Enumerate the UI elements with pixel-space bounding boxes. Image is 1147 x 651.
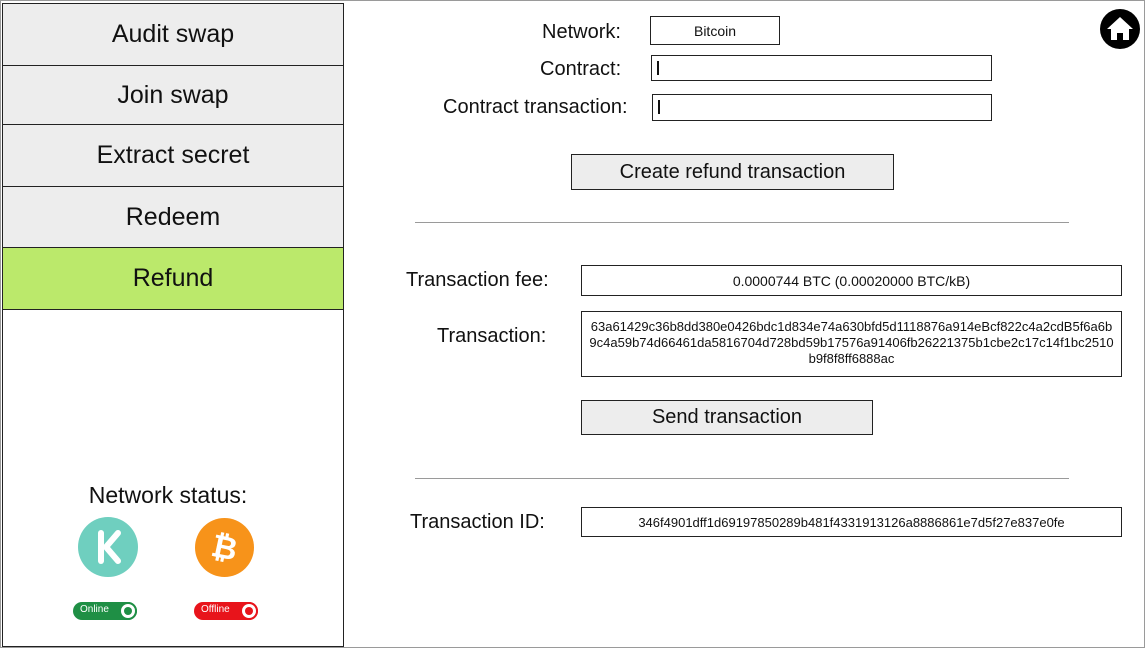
kaspa-status-toggle[interactable]: Online [73,602,137,620]
transaction-id-value: 346f4901dff1d69197850289b481f4331913126a… [638,514,1065,530]
contract-input[interactable] [651,55,992,81]
send-transaction-label: Send transaction [651,406,803,428]
status-dot-icon [124,607,132,615]
transaction-id-field[interactable]: 346f4901dff1d69197850289b481f4331913126a… [581,507,1122,537]
nav-refund[interactable]: Refund [3,248,343,310]
kaspa-status-label: Online [80,604,109,615]
nav-label: Join swap [117,80,229,109]
transaction-value: 63a61429c36b8dd380e0426bdc1d834e74a630bf… [589,319,1114,366]
bitcoin-icon: ₿ [195,518,254,577]
contract-label: Contract: [540,58,622,80]
text-caret [657,61,659,75]
create-refund-button[interactable]: Create refund transaction [571,154,894,190]
contract-transaction-label: Contract transaction: [443,96,628,118]
send-transaction-button[interactable]: Send transaction [581,400,873,435]
text-caret [658,100,660,114]
kaspa-icon [78,517,138,577]
nav-label: Refund [132,264,214,292]
toggle-knob [240,602,258,620]
network-value: Bitcoin [693,22,737,39]
sidebar: Audit swap Join swap Extract secret Rede… [2,3,344,647]
network-select[interactable]: Bitcoin [650,16,780,45]
create-refund-label: Create refund transaction [619,160,846,183]
transaction-fee-value: 0.0000744 BTC (0.00020000 BTC/kB) [732,272,971,289]
svg-text:₿: ₿ [208,528,241,569]
nav-join-swap[interactable]: Join swap [3,66,343,125]
home-icon [1107,17,1133,40]
transaction-id-label: Transaction ID: [410,511,545,533]
nav-extract-secret[interactable]: Extract secret [3,125,343,187]
transaction-fee-label: Transaction fee: [406,269,549,291]
transaction-fee-field: 0.0000744 BTC (0.00020000 BTC/kB) [581,265,1122,296]
bitcoin-status-label: Offline [201,604,230,615]
network-status-title: Network status: [88,482,248,508]
divider [415,222,1069,223]
transaction-field[interactable]: 63a61429c36b8dd380e0426bdc1d834e74a630bf… [581,311,1122,377]
nav-redeem[interactable]: Redeem [3,187,343,248]
transaction-label: Transaction: [437,325,547,347]
contract-transaction-input[interactable] [652,94,992,121]
nav-label: Extract secret [96,141,250,169]
nav-audit-swap[interactable]: Audit swap [3,4,343,66]
bitcoin-status-toggle[interactable]: Offline [194,602,258,620]
nav-label: Redeem [125,202,221,231]
status-dot-icon [245,607,253,615]
home-button[interactable] [1100,9,1140,49]
toggle-knob [119,602,137,620]
divider [415,478,1069,479]
network-label: Network: [542,21,621,43]
nav-label: Audit swap [111,20,235,48]
